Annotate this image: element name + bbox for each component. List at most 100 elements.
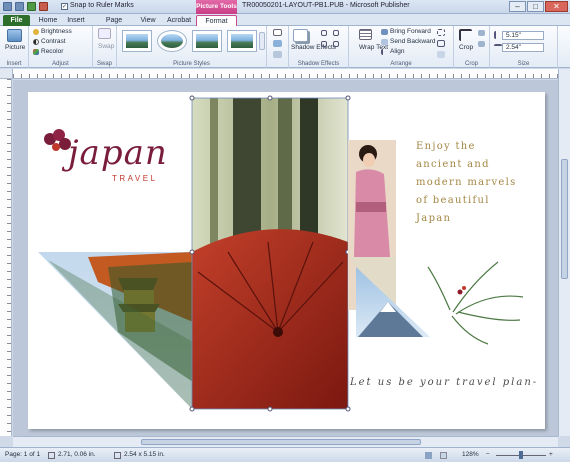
tagline-text[interactable]: Let us be your travel plan-: [350, 377, 538, 388]
undo-icon[interactable]: [27, 2, 36, 11]
headline-text-box[interactable]: Enjoy the ancient and modern marvels of …: [416, 138, 517, 228]
orchid-illustration: [427, 261, 524, 345]
minimize-button[interactable]: –: [509, 1, 526, 12]
headline-line-5: Japan: [416, 213, 452, 224]
ungroup-icon[interactable]: [437, 40, 445, 47]
nudge-shadow-up-icon[interactable]: [321, 30, 327, 36]
recolor-button[interactable]: Recolor: [41, 48, 63, 55]
insert-picture-label: Picture: [5, 44, 26, 51]
quick-access-toolbar: [3, 2, 48, 11]
insert-picture-icon[interactable]: [7, 29, 22, 42]
shadow-effects-icon[interactable]: [293, 29, 308, 42]
align-button[interactable]: Align: [390, 48, 404, 55]
headline-line-1: Enjoy the: [416, 141, 476, 152]
fit-icon[interactable]: [478, 30, 485, 36]
send-backward-button[interactable]: Send Backward: [390, 38, 436, 45]
picture-border-icon[interactable]: [273, 29, 282, 36]
bring-forward-icon: [381, 29, 388, 35]
picture-style-2[interactable]: [157, 30, 187, 52]
page-number-status[interactable]: Page: 1 of 1: [5, 451, 40, 458]
bamboo-umbrella-photo[interactable]: [189, 92, 351, 412]
tab-file[interactable]: File: [3, 15, 30, 26]
zoom-slider-thumb[interactable]: [519, 451, 523, 459]
tab-insert[interactable]: Insert: [64, 15, 88, 26]
contrast-icon: [33, 39, 39, 45]
group-picture-styles-label: Picture Styles: [173, 61, 210, 67]
document-title: TR00050201-LAYOUT-PB1.PUB - Microsoft Pu…: [242, 2, 410, 9]
publication-page: japan TRAVEL Enjoy the ancient and moder…: [28, 92, 545, 429]
tab-format[interactable]: Format: [196, 15, 237, 26]
horizontal-ruler[interactable]: [13, 69, 558, 79]
contrast-button[interactable]: Contrast: [41, 38, 66, 45]
fill-icon[interactable]: [478, 41, 485, 47]
caption-icon[interactable]: [273, 40, 282, 47]
group-insert: Picture Insert: [0, 26, 29, 68]
ribbon-tab-row: File Home Insert Page Design View Acroba…: [0, 14, 570, 35]
save-icon[interactable]: [15, 2, 24, 11]
tab-view[interactable]: View: [138, 15, 158, 26]
zoom-out-icon[interactable]: −: [486, 451, 490, 458]
tab-page-design[interactable]: Page Design: [94, 15, 134, 35]
group-adjust: Brightness Contrast Recolor Adjust: [29, 26, 93, 68]
two-page-view-icon[interactable]: [440, 452, 447, 459]
golden-pavilion-photo[interactable]: [38, 252, 193, 410]
group-size: 5.15" 2.54" Size: [490, 26, 558, 68]
single-page-view-icon[interactable]: [425, 452, 432, 459]
headline-line-4: of beautiful: [416, 195, 490, 206]
group-swap-label: Swap: [96, 61, 112, 67]
rotate-icon[interactable]: [437, 51, 445, 58]
brightness-button[interactable]: Brightness: [41, 28, 72, 35]
logo-travel-text: TRAVEL: [112, 174, 158, 183]
object-size-status: 2.54 x 5.15 in.: [124, 451, 165, 458]
shape-height-input[interactable]: 5.15": [502, 31, 544, 40]
ruler-corner: [0, 69, 13, 79]
group-picture-styles: Picture Styles: [117, 26, 267, 68]
status-bar: Page: 1 of 1 2.71, 0.06 in. 2.54 x 5.15 …: [0, 447, 570, 462]
maximize-button[interactable]: □: [527, 1, 544, 12]
horizontal-scrollbar[interactable]: [13, 436, 558, 447]
redo-icon[interactable]: [39, 2, 48, 11]
align-icon: [381, 49, 388, 55]
nudge-shadow-right-icon[interactable]: [333, 30, 339, 36]
zoom-in-icon[interactable]: +: [549, 451, 553, 458]
swap-label: Swap: [98, 43, 115, 50]
picture-style-4[interactable]: [227, 30, 257, 52]
group-size-label: Size: [517, 61, 530, 67]
tab-home[interactable]: Home: [36, 15, 60, 26]
tab-acrobat[interactable]: Acrobat: [164, 15, 194, 26]
object-position-status: 2.71, 0.06 in.: [58, 451, 96, 458]
japan-travel-logo-icon: [44, 129, 71, 151]
object-size-icon: [114, 452, 121, 459]
headline-line-2: ancient and: [416, 159, 490, 170]
group-arrange-label: Arrange: [390, 61, 412, 67]
vertical-scroll-thumb[interactable]: [561, 159, 568, 279]
bring-forward-button[interactable]: Bring Forward: [390, 28, 431, 35]
object-position-icon: [48, 452, 55, 459]
vertical-ruler[interactable]: [0, 79, 12, 436]
wrap-text-icon[interactable]: [359, 29, 372, 40]
zoom-level[interactable]: 128%: [462, 451, 479, 458]
picture-styles-more-icon[interactable]: [259, 32, 265, 50]
ribbon: Picture Insert Brightness Contrast Recol…: [0, 26, 570, 68]
logo-japan-text: japan: [68, 133, 168, 173]
nudge-shadow-left-icon[interactable]: [321, 41, 327, 47]
horizontal-scroll-thumb[interactable]: [141, 439, 421, 445]
shape-width-icon: [494, 44, 502, 50]
group-crop: Crop Crop: [454, 26, 490, 68]
swap-icon[interactable]: [98, 28, 111, 39]
picture-style-1[interactable]: [122, 30, 152, 52]
crop-icon[interactable]: [459, 29, 472, 41]
group-objects-icon[interactable]: [437, 29, 445, 36]
nudge-shadow-down-icon[interactable]: [333, 41, 339, 47]
recolor-icon: [33, 49, 39, 55]
crop-label: Crop: [459, 44, 474, 51]
headline-line-3: modern marvels: [416, 177, 517, 188]
group-adjust-label: Adjust: [52, 61, 69, 67]
picture-shape-icon[interactable]: [273, 51, 282, 58]
shape-width-input[interactable]: 2.54": [502, 43, 544, 52]
publisher-app-icon[interactable]: [3, 2, 12, 11]
vertical-scrollbar[interactable]: [558, 69, 570, 436]
snap-to-ruler-checkbox[interactable]: ✓: [61, 3, 68, 10]
close-button[interactable]: ✕: [545, 1, 568, 12]
picture-style-3[interactable]: [192, 30, 222, 52]
